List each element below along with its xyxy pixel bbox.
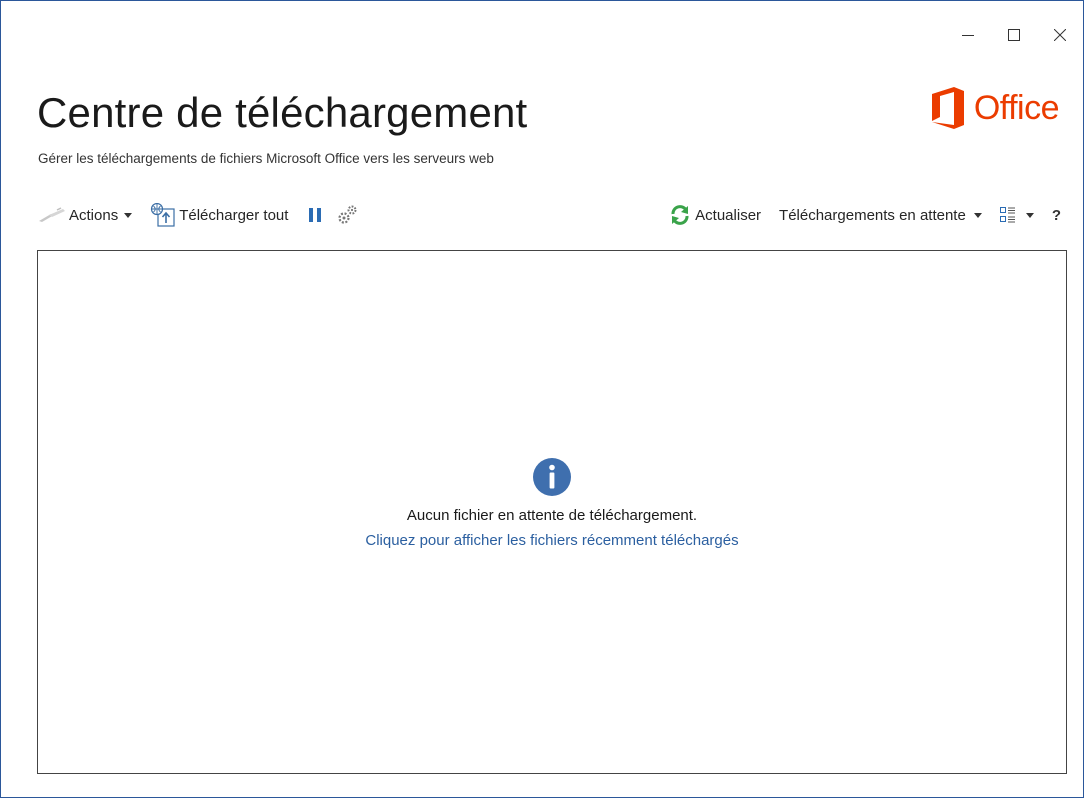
uploads-list-panel: Aucun fichier en attente de téléchargeme… (37, 250, 1067, 774)
upload-all-icon (151, 203, 175, 227)
actions-label: Actions (69, 206, 119, 224)
pause-icon (309, 208, 322, 222)
details-view-icon (999, 207, 1015, 223)
close-icon (1054, 29, 1066, 41)
chevron-down-icon (124, 212, 133, 218)
page-title: Centre de téléchargement (37, 89, 528, 136)
recent-uploads-link[interactable]: Cliquez pour afficher les fichiers récem… (365, 532, 738, 549)
chevron-down-icon (973, 212, 982, 218)
upload-all-button[interactable]: Télécharger tout (150, 203, 288, 227)
maximize-icon (1008, 29, 1020, 41)
filter-dropdown[interactable]: Téléchargements en attente (779, 207, 982, 224)
office-logo: Office (928, 86, 1060, 130)
office-logo-icon (931, 87, 964, 129)
page-subtitle: Gérer les téléchargements de fichiers Mi… (38, 151, 494, 166)
upload-center-window: Centre de téléchargement Gérer les téléc… (0, 0, 1084, 798)
gear-icon (338, 205, 357, 224)
refresh-label: Actualiser (695, 206, 762, 224)
actions-wand-icon (39, 207, 65, 222)
help-button[interactable]: ? (1052, 207, 1061, 224)
refresh-icon (671, 205, 689, 225)
empty-state: Aucun fichier en attente de téléchargeme… (38, 457, 1066, 549)
minimize-button[interactable] (945, 17, 991, 53)
settings-button[interactable] (336, 204, 358, 226)
refresh-button[interactable]: Actualiser (669, 204, 761, 226)
actions-menu[interactable]: Actions (37, 206, 133, 224)
empty-message: Aucun fichier en attente de téléchargeme… (406, 507, 698, 524)
office-logo-text: Office (973, 88, 1060, 127)
view-options-dropdown[interactable] (999, 206, 1034, 224)
caption-buttons (945, 17, 1083, 53)
filter-label: Téléchargements en attente (779, 206, 966, 224)
toolbar: Actions Télécharger tout Actualiser Télé… (37, 201, 1061, 229)
close-button[interactable] (1037, 17, 1083, 53)
info-icon (533, 458, 571, 496)
upload-all-label: Télécharger tout (179, 206, 289, 224)
maximize-button[interactable] (991, 17, 1037, 53)
pause-button[interactable] (308, 207, 322, 223)
chevron-down-icon (1025, 212, 1034, 218)
minimize-icon (962, 35, 974, 36)
